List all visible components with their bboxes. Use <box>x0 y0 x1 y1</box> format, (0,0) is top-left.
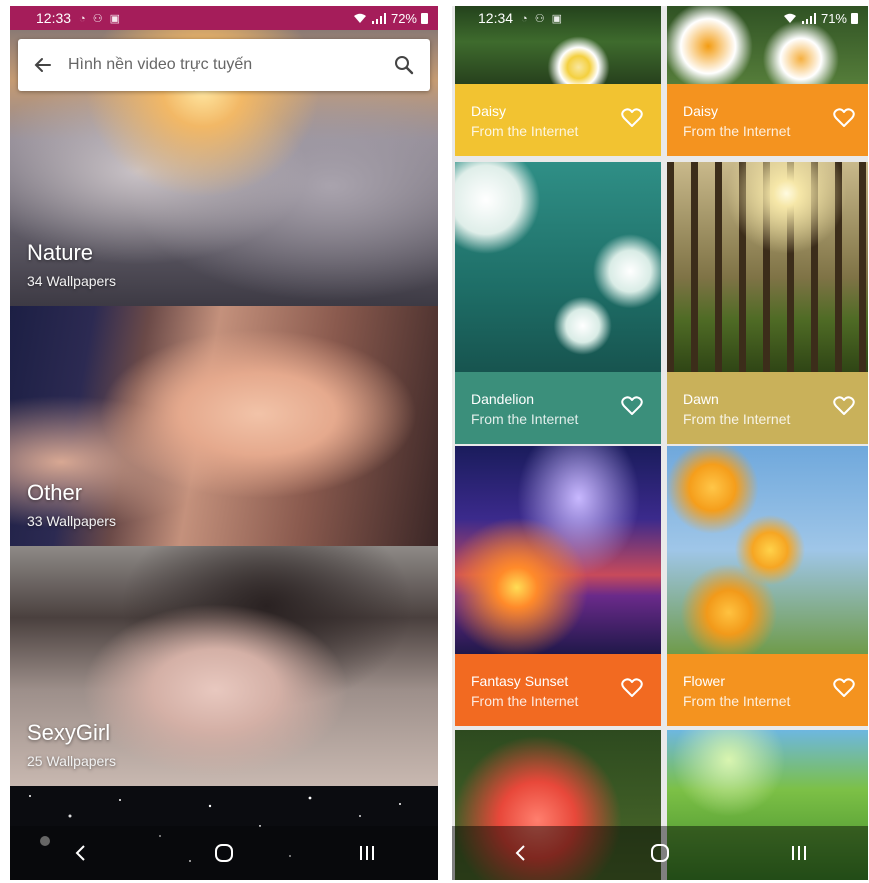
wallpaper-title: Dandelion <box>471 391 535 407</box>
wallpaper-tile-dandelion[interactable]: Dandelion From the Internet <box>455 162 661 444</box>
notification-icons: ◔ ⚇ ▣ <box>79 12 123 25</box>
category-count: 25 Wallpapers <box>27 753 116 769</box>
tile-label: Dawn From the Internet <box>667 372 868 444</box>
status-bar: 12:34 ◔ ⚇ ▣ 71% <box>452 6 868 30</box>
wallpaper-source: From the Internet <box>471 411 579 427</box>
nav-home-button[interactable] <box>194 842 254 864</box>
notification-icons: ◔ ⚇ ▣ <box>521 12 565 25</box>
chevron-left-icon <box>515 845 526 861</box>
category-name: SexyGirl <box>27 720 111 745</box>
search-bar[interactable]: Hình nền video trực tuyến <box>18 39 430 91</box>
wallpaper-source: From the Internet <box>683 411 791 427</box>
chevron-left-icon <box>75 845 86 861</box>
wallpaper-image <box>455 446 661 654</box>
wallpaper-title: Daisy <box>471 103 507 119</box>
wifi-icon <box>353 13 367 24</box>
status-time: 12:33 <box>36 10 72 26</box>
nav-back-button[interactable] <box>491 843 551 863</box>
recents-icon <box>791 846 806 860</box>
tile-label: Daisy From the Internet <box>667 84 868 156</box>
category-card-sexygirl[interactable]: SexyGirl 25 Wallpapers <box>10 546 438 786</box>
tile-label: Fantasy Sunset From the Internet <box>455 654 661 726</box>
search-input[interactable]: Hình nền video trực tuyến <box>68 56 378 74</box>
wallpaper-image <box>455 162 661 372</box>
battery-icon <box>421 12 428 24</box>
status-time: 12:34 <box>478 10 514 26</box>
signal-icon <box>801 12 817 24</box>
tile-label: Flower From the Internet <box>667 654 868 726</box>
arrow-left-icon[interactable] <box>18 55 68 75</box>
navigation-bar <box>452 826 868 880</box>
navigation-bar <box>10 826 438 880</box>
heart-outline-icon[interactable] <box>833 108 855 128</box>
nav-recents-button[interactable] <box>337 843 397 863</box>
search-icon[interactable] <box>378 55 430 75</box>
battery-percent: 72% <box>390 10 417 26</box>
wallpaper-title: Flower <box>683 673 726 689</box>
wallpaper-source: From the Internet <box>471 693 579 709</box>
tile-label: Daisy From the Internet <box>455 84 661 156</box>
home-circle-icon <box>650 844 669 862</box>
tile-label: Dandelion From the Internet <box>455 372 661 444</box>
home-circle-icon <box>214 844 233 862</box>
wallpaper-title: Dawn <box>683 391 719 407</box>
category-name: Other <box>27 480 83 505</box>
wallpaper-title: Fantasy Sunset <box>471 673 569 689</box>
battery-icon <box>851 12 858 24</box>
nav-recents-button[interactable] <box>769 843 829 863</box>
heart-outline-icon[interactable] <box>833 396 855 416</box>
wallpaper-image <box>667 162 868 372</box>
left-screen: 12:33 ◔ ⚇ ▣ 72% Nature 34 Wallpapers Hìn… <box>10 6 438 880</box>
wallpaper-tile-dawn[interactable]: Dawn From the Internet <box>667 162 868 444</box>
battery-percent: 71% <box>820 10 847 26</box>
wallpaper-image <box>667 446 868 654</box>
status-right: 72% <box>353 11 428 26</box>
wallpaper-source: From the Internet <box>683 693 791 709</box>
wallpaper-source: From the Internet <box>683 123 791 139</box>
wallpaper-source: From the Internet <box>471 123 579 139</box>
heart-outline-icon[interactable] <box>621 678 643 698</box>
signal-icon <box>371 12 387 24</box>
category-name: Nature <box>27 240 94 265</box>
nav-back-button[interactable] <box>51 843 111 863</box>
category-card-other[interactable]: Other 33 Wallpapers <box>10 306 438 546</box>
category-count: 33 Wallpapers <box>27 513 116 529</box>
wallpaper-tile-fantasy-sunset[interactable]: Fantasy Sunset From the Internet <box>455 446 661 726</box>
heart-outline-icon[interactable] <box>621 108 643 128</box>
wifi-icon <box>783 13 797 24</box>
status-bar: 12:33 ◔ ⚇ ▣ 72% <box>10 6 438 30</box>
wallpaper-tile-flower[interactable]: Flower From the Internet <box>667 446 868 726</box>
right-screen: Daisy From the Internet Daisy From the I… <box>452 6 868 880</box>
heart-outline-icon[interactable] <box>833 678 855 698</box>
heart-outline-icon[interactable] <box>621 396 643 416</box>
recents-icon <box>359 846 374 860</box>
nav-home-button[interactable] <box>630 842 690 864</box>
category-count: 34 Wallpapers <box>27 273 116 289</box>
wallpaper-title: Daisy <box>683 103 719 119</box>
status-right: 71% <box>783 11 858 26</box>
